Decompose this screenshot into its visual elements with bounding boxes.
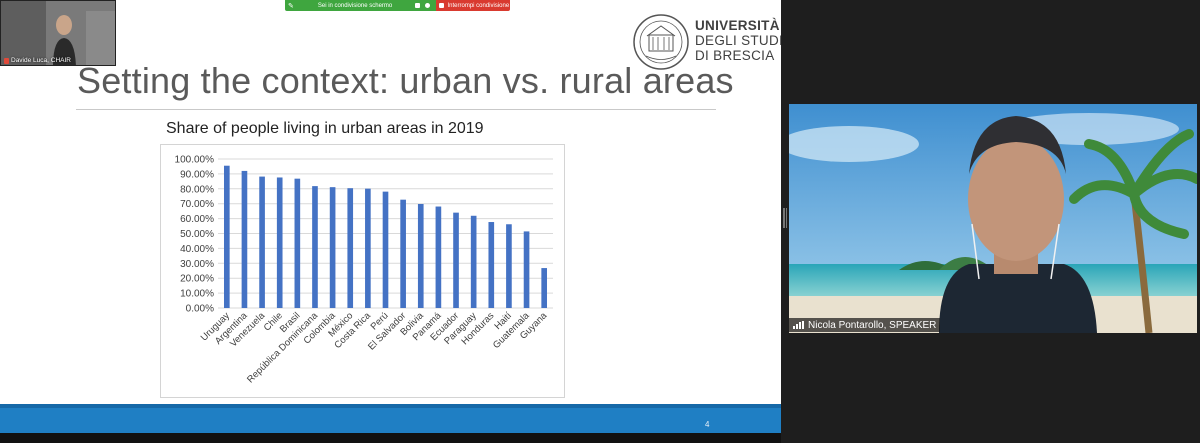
speaker-name-text: Nicola Pontarollo, SPEAKER <box>808 319 937 331</box>
pin-icon: ✎ <box>288 2 294 10</box>
bar <box>488 222 495 308</box>
speaker-video-tile[interactable] <box>789 104 1197 333</box>
slide-footer-accent <box>0 404 781 408</box>
stop-icon <box>439 3 445 8</box>
signal-strength-icon <box>793 321 804 329</box>
speaker-video-feed <box>789 104 1197 333</box>
chart-frame: 100.00% 90.00% 80.00% 70.00% 60.00% 50.00% 40.… <box>160 144 565 398</box>
y-tick-label: 90.00% <box>180 169 214 180</box>
settings-icon[interactable] <box>424 3 430 8</box>
panel-resize-handle[interactable] <box>783 208 786 228</box>
chair-name-text: Davide Luca, CHAIR <box>11 57 71 64</box>
shared-slide: Setting the context: urban vs. rural are… <box>0 0 783 433</box>
y-tick-label: 60.00% <box>180 214 214 225</box>
bar <box>312 186 318 308</box>
bar <box>223 165 230 308</box>
speaker-name-label: Nicola Pontarollo, SPEAKER <box>789 318 941 332</box>
university-seal-icon <box>633 14 689 70</box>
bar <box>417 203 424 308</box>
bar <box>347 188 354 308</box>
bar <box>382 191 389 308</box>
bar <box>241 170 248 308</box>
y-tick-label: 70.00% <box>180 199 214 210</box>
bar <box>435 206 442 308</box>
logo-line-1: UNIVERSITÀ <box>695 18 780 33</box>
stop-sharing-label: Interrompi condivisione <box>447 2 510 9</box>
slide-page-number: 4 <box>705 420 710 429</box>
bottom-strip <box>0 433 781 443</box>
share-controls <box>412 0 437 11</box>
slide-footer-bar <box>0 404 781 433</box>
bar <box>453 212 459 308</box>
logo-line-2: DEGLI STUDI <box>695 33 784 48</box>
university-logo: UNIVERSITÀ DEGLI STUDI DI BRESCIA <box>632 13 783 71</box>
bar <box>294 178 301 308</box>
bar <box>365 188 371 308</box>
y-tick-label: 0.00% <box>186 304 214 315</box>
bar <box>523 231 530 308</box>
y-tick-label: 10.00% <box>180 289 214 300</box>
stop-sharing-button[interactable]: Interrompi condivisione <box>436 0 511 11</box>
chair-video-tile[interactable]: Davide Luca, CHAIR <box>0 0 116 66</box>
title-divider <box>76 109 716 110</box>
chair-name-label: Davide Luca, CHAIR <box>4 57 71 64</box>
camera-icon[interactable] <box>414 3 420 8</box>
y-tick-label: 20.00% <box>180 274 214 285</box>
bar <box>329 187 336 308</box>
y-tick-label: 40.00% <box>180 244 214 255</box>
muted-mic-icon <box>4 57 9 64</box>
bar <box>276 177 283 308</box>
bar <box>541 268 548 308</box>
bar <box>470 215 477 308</box>
bar <box>259 176 265 308</box>
sharing-indicator[interactable]: ✎ Sei in condivisione schermo <box>285 0 413 11</box>
university-name: UNIVERSITÀ DEGLI STUDI DI BRESCIA <box>695 18 783 63</box>
y-tick-label: 50.00% <box>180 229 214 240</box>
logo-line-3: DI BRESCIA <box>695 48 775 63</box>
y-tick-label: 80.00% <box>180 184 214 195</box>
sharing-label: Sei in condivisione schermo <box>317 2 393 9</box>
bar-chart: 100.00% 90.00% 80.00% 70.00% 60.00% 50.00% 40.… <box>175 155 553 385</box>
y-tick-label: 100.00% <box>175 155 215 166</box>
bar <box>400 199 406 308</box>
screen-share-toolbar: ✎ Sei in condivisione schermo Interrompi… <box>285 0 511 11</box>
y-tick-label: 30.00% <box>180 259 214 270</box>
chart-title: Share of people living in urban areas in… <box>166 120 484 137</box>
bar <box>506 224 512 308</box>
